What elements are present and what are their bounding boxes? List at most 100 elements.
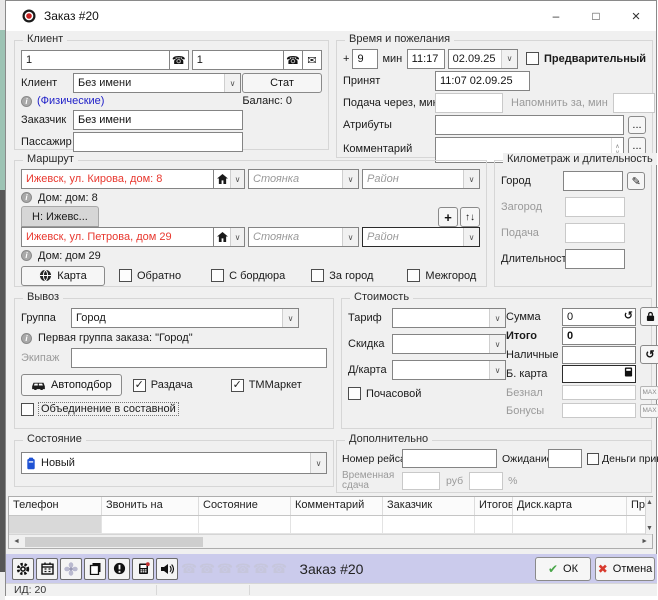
minimize-button[interactable]: – [536,1,576,31]
col-comment[interactable]: Комментарий [291,497,383,515]
map-button[interactable]: Карта [21,266,105,286]
address1-text[interactable]: Ижевск, ул. Кирова, дом: 8 [22,173,213,185]
customer-input[interactable] [73,110,243,130]
phone-icon[interactable]: ☎ [169,51,188,69]
cashless-input[interactable] [562,385,636,400]
flight-input[interactable] [402,449,497,468]
stop2-combobox[interactable]: Стоянка ∨ [248,227,359,247]
calendar-icon[interactable] [36,558,58,580]
cancel-button[interactable]: ✖Отмена [595,557,655,581]
col-total[interactable]: Итоговая... [475,497,513,515]
total-input[interactable] [562,327,636,345]
attributes-input[interactable] [435,115,624,135]
duration-input[interactable] [565,249,625,269]
close-button[interactable]: × [616,1,656,31]
passenger-input[interactable] [73,132,243,152]
envelope-icon[interactable]: ✉ [302,51,321,69]
district1-combobox[interactable]: Район ∨ [362,169,480,189]
sort-addresses-button[interactable]: ↑↓ [460,207,480,227]
house-icon[interactable] [213,170,230,188]
intercity-checkbox[interactable] [407,269,420,282]
offset-minutes-input[interactable] [352,49,378,69]
nav-point-tab[interactable]: Н: Ижевс... [21,206,99,227]
bonus-input[interactable] [562,403,636,418]
col-call-to[interactable]: Звонить на [102,497,199,515]
chevron-down-icon[interactable]: ∨ [463,228,479,246]
chevron-down-icon[interactable]: ∨ [230,170,244,188]
scroll-right-icon[interactable]: ► [641,538,648,545]
cashless-max-button[interactable]: MAX [640,386,658,400]
phone1-value[interactable]: 1 [22,54,169,66]
settings-gear-icon[interactable] [12,558,34,580]
client-combobox[interactable]: Без имени ∨ [73,73,241,93]
discount-combobox[interactable]: ∨ [392,334,506,354]
address2-field[interactable]: Ижевск, ул. Петрова, дом 29 ∨ [21,227,245,247]
client-category-link[interactable]: (Физические) [37,95,104,107]
back-checkbox[interactable] [119,269,132,282]
vertical-scrollbar[interactable]: ▲ ▼ [645,497,653,534]
temp-change-percent-input[interactable] [469,472,503,490]
suburb-km-input[interactable] [565,197,625,217]
bonus-max-button[interactable]: MAX [640,404,658,418]
table-row[interactable] [9,516,645,534]
district2-combobox[interactable]: Район ∨ [362,227,480,247]
chevron-down-icon[interactable]: ∨ [282,309,298,327]
chevron-down-icon[interactable]: ∨ [342,170,358,188]
stop1-combobox[interactable]: Стоянка ∨ [248,169,359,189]
scroll-left-icon[interactable]: ◄ [13,538,20,545]
col-phone[interactable]: Телефон [9,497,102,515]
scroll-down-icon[interactable]: ▼ [646,525,653,532]
pickup-km-input[interactable] [565,223,625,243]
hourly-checkbox[interactable] [348,387,361,400]
chevron-down-icon[interactable]: ∨ [463,170,479,188]
curb-checkbox[interactable] [211,269,224,282]
waiting-input[interactable] [548,449,582,468]
scrollbar-thumb[interactable] [25,537,203,547]
chevron-down-icon[interactable]: ∨ [342,228,358,246]
card-icon[interactable] [624,367,633,380]
time-input[interactable] [407,49,445,69]
col-customer[interactable]: Заказчик [383,497,475,515]
stat-button[interactable]: Стат [242,73,322,93]
chevron-down-icon[interactable]: ∨ [489,335,505,353]
tariff-combobox[interactable]: ∨ [392,308,506,328]
cash-input[interactable] [562,346,636,364]
pickup-in-input[interactable] [435,93,503,113]
date-combobox[interactable]: 02.09.25 ∨ [448,49,518,69]
chevron-down-icon[interactable]: ∨ [224,74,240,92]
cardphone-icon[interactable] [132,558,154,580]
phone-field-1[interactable]: 1 ☎ [21,50,189,70]
dcard-combobox[interactable]: ∨ [392,360,506,380]
temp-change-input[interactable] [402,472,440,490]
distribution-checkbox[interactable] [133,379,146,392]
col-discount-card[interactable]: Диск.карта [513,497,627,515]
add-address-button[interactable]: + [438,207,458,227]
col-state[interactable]: Состояние [199,497,291,515]
address2-text[interactable]: Ижевск, ул. Петрова, дом 29 [22,231,213,243]
address1-field[interactable]: Ижевск, ул. Кирова, дом: 8 ∨ [21,169,245,189]
col-cut[interactable]: Пр [627,497,645,515]
accepted-input[interactable] [435,71,530,91]
preliminary-checkbox[interactable] [526,52,539,65]
autoselect-button[interactable]: Автоподбор [21,374,122,396]
outoftown-checkbox[interactable] [311,269,324,282]
crew-input[interactable] [71,348,327,368]
phone2-value[interactable]: 1 [193,54,283,66]
remind-input[interactable] [613,93,655,113]
ok-button[interactable]: ✔ОК [535,557,591,581]
tmmarket-checkbox[interactable] [231,379,244,392]
money-checkbox[interactable] [587,453,599,465]
fan-icon[interactable] [60,558,82,580]
phone-field-2[interactable]: 1 ☎ ✉ [192,50,322,70]
state-combobox[interactable]: Новый ∨ [21,452,327,474]
info-circle-icon[interactable] [108,558,130,580]
refresh-icon[interactable]: ↺ [624,311,633,322]
chevron-down-icon[interactable]: ∨ [310,453,326,473]
attributes-more-button[interactable]: ... [628,116,646,134]
chevron-down-icon[interactable]: ∨ [489,309,505,327]
group-combobox[interactable]: Город ∨ [71,308,299,328]
horizontal-scrollbar[interactable]: ◄ ► [9,534,652,548]
phone-icon[interactable]: ☎ [283,51,302,69]
cell-phone[interactable] [9,516,102,534]
copy-icon[interactable] [84,558,106,580]
